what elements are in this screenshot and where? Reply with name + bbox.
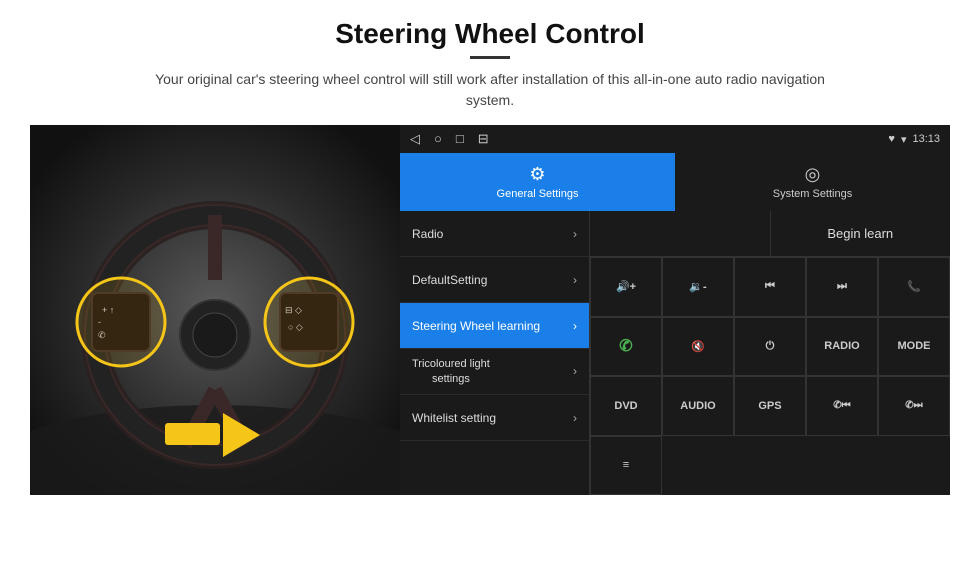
menu-whitelist-label: Whitelist setting [412, 411, 496, 425]
mute-icon: 🔇 [691, 340, 705, 353]
list-icon: ≡ [623, 459, 629, 471]
tel-next-icon: ✆⏭ [905, 400, 922, 411]
list-button[interactable]: ≡ [590, 436, 662, 496]
power-icon: ⏻ [766, 340, 775, 353]
radio-mode-button[interactable]: RADIO [806, 317, 878, 377]
begin-learn-button[interactable]: Begin learn [771, 211, 951, 256]
android-ui: ◁ ○ □ ⊟ ♥ ▾ 13:13 ⚙ General Settings [400, 125, 950, 495]
gps-label: GPS [758, 400, 781, 412]
empty-box [590, 211, 771, 256]
menu-item-default[interactable]: DefaultSetting › [400, 257, 589, 303]
location-icon: ♥ [888, 133, 895, 145]
audio-label: AUDIO [680, 400, 715, 412]
button-grid: 🔊+ 🔉- ⏮ ⏭ 📞 [590, 257, 950, 495]
chevron-icon: › [573, 273, 577, 287]
menu-item-whitelist[interactable]: Whitelist setting › [400, 395, 589, 441]
menu-item-radio[interactable]: Radio › [400, 211, 589, 257]
vol-down-icon: 🔉- [689, 280, 706, 293]
chevron-icon: › [573, 411, 577, 425]
dvd-label: DVD [614, 400, 637, 412]
tel-next-button[interactable]: ✆⏭ [878, 376, 950, 436]
menu-item-tricoloured[interactable]: Tricoloured lightsettings › [400, 349, 589, 395]
prev-track-icon: ⏮ [765, 280, 775, 293]
content-row: + ↑ - ✆ ⊟ ◇ ○ ◇ [30, 125, 950, 495]
page-subtitle: Your original car's steering wheel contr… [140, 69, 840, 111]
vol-up-icon: 🔊+ [616, 280, 636, 293]
phone-icon: 📞 [907, 280, 921, 293]
tab-general-settings[interactable]: ⚙ General Settings [400, 153, 675, 211]
signal-icon: ▾ [901, 133, 907, 146]
status-bar: ◁ ○ □ ⊟ ♥ ▾ 13:13 [400, 125, 950, 153]
chevron-icon: › [573, 319, 577, 333]
system-settings-icon: ◎ [805, 164, 821, 185]
menu-icon[interactable]: ⊟ [478, 131, 489, 147]
audio-button[interactable]: AUDIO [662, 376, 734, 436]
dvd-button[interactable]: DVD [590, 376, 662, 436]
phone-button[interactable]: 📞 [878, 257, 950, 317]
menu-list: Radio › DefaultSetting › Steering Wheel … [400, 211, 590, 495]
tel-prev-button[interactable]: ✆⏮ [806, 376, 878, 436]
time-display: 13:13 [912, 133, 940, 145]
menu-radio-label: Radio [412, 227, 443, 241]
mute-button[interactable]: 🔇 [662, 317, 734, 377]
menu-steering-label: Steering Wheel learning [412, 319, 540, 333]
status-icons: ♥ ▾ 13:13 [888, 133, 940, 146]
chevron-icon: › [573, 364, 577, 380]
tab-general-label: General Settings [497, 188, 579, 200]
tab-system-settings[interactable]: ◎ System Settings [675, 153, 950, 211]
main-area: Radio › DefaultSetting › Steering Wheel … [400, 211, 950, 495]
power-button[interactable]: ⏻ [734, 317, 806, 377]
home-icon[interactable]: ○ [434, 131, 442, 147]
call-accept-button[interactable]: ✆ [590, 317, 662, 377]
vol-down-button[interactable]: 🔉- [662, 257, 734, 317]
back-icon[interactable]: ◁ [410, 131, 420, 147]
gps-button[interactable]: GPS [734, 376, 806, 436]
title-divider [470, 56, 510, 59]
menu-tricoloured-label: Tricoloured lightsettings [412, 357, 490, 386]
radio-label: RADIO [824, 340, 859, 352]
tab-system-label: System Settings [773, 188, 852, 200]
mode-label: MODE [898, 340, 931, 352]
chevron-icon: › [573, 227, 577, 241]
mode-button[interactable]: MODE [878, 317, 950, 377]
call-accept-icon: ✆ [619, 336, 632, 356]
recents-icon[interactable]: □ [456, 131, 464, 147]
general-settings-icon: ⚙ [529, 164, 545, 185]
tel-prev-icon: ✆⏮ [833, 400, 850, 411]
page-title: Steering Wheel Control [335, 18, 645, 50]
next-track-button[interactable]: ⏭ [806, 257, 878, 317]
menu-default-label: DefaultSetting [412, 273, 487, 287]
next-track-icon: ⏭ [837, 280, 847, 293]
nav-icons: ◁ ○ □ ⊟ [410, 131, 489, 147]
right-panel: Begin learn 🔊+ 🔉- ⏮ [590, 211, 950, 495]
tab-bar: ⚙ General Settings ◎ System Settings [400, 153, 950, 211]
car-image-section: + ↑ - ✆ ⊟ ◇ ○ ◇ [30, 125, 400, 495]
top-row: Begin learn [590, 211, 950, 257]
menu-item-steering[interactable]: Steering Wheel learning › [400, 303, 589, 349]
vol-up-button[interactable]: 🔊+ [590, 257, 662, 317]
prev-track-button[interactable]: ⏮ [734, 257, 806, 317]
